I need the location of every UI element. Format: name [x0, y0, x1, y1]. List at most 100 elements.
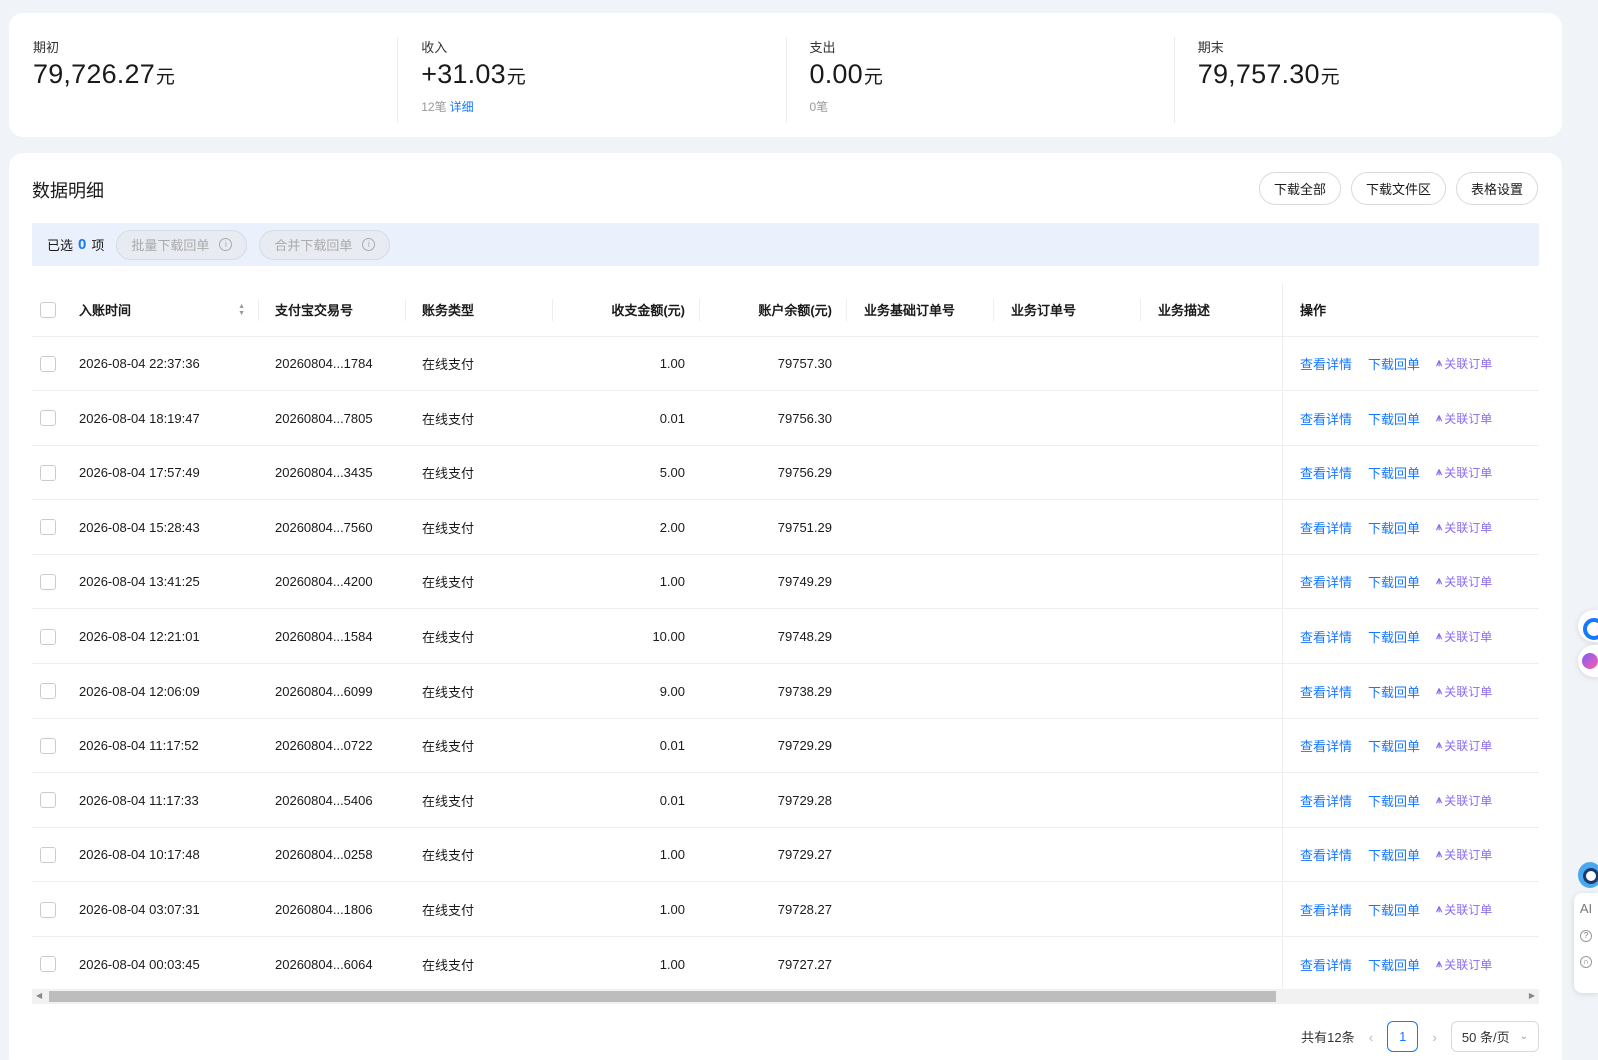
cell-type: 在线支付	[422, 684, 475, 700]
ai-button[interactable]: AI	[1580, 901, 1592, 916]
view-detail-link[interactable]: 查看详情	[1300, 518, 1352, 537]
table-row: 2026-08-04 11:17:33 20260804...5406 在线支付 0.…	[32, 773, 1539, 828]
row-checkbox[interactable]	[40, 901, 56, 918]
row-actions: 查看详情 下载回单 ⩚ 关联订单	[1282, 610, 1539, 663]
row-checkbox[interactable]	[40, 737, 56, 754]
view-detail-link[interactable]: 查看详情	[1300, 900, 1352, 919]
view-detail-link[interactable]: 查看详情	[1300, 736, 1352, 755]
associate-order-link[interactable]: ⩚ 关联订单	[1436, 737, 1492, 754]
row-checkbox[interactable]	[40, 846, 56, 863]
row-checkbox[interactable]	[40, 683, 56, 700]
page-size-select[interactable]: 50 条/页 ⌄	[1450, 1021, 1539, 1052]
view-detail-link[interactable]: 查看详情	[1300, 463, 1352, 482]
associate-order-link[interactable]: ⩚ 关联订单	[1436, 901, 1492, 918]
view-detail-link[interactable]: 查看详情	[1300, 354, 1352, 373]
download-receipt-link[interactable]: 下载回单	[1368, 736, 1420, 755]
associate-order-link[interactable]: ⩚ 关联订单	[1436, 792, 1492, 809]
link-icon: ⩚	[1436, 411, 1442, 424]
row-checkbox[interactable]	[40, 628, 56, 645]
sort-icon[interactable]: ▲ ▼	[238, 303, 245, 317]
cell-type: 在线支付	[422, 739, 475, 755]
row-checkbox[interactable]	[40, 956, 56, 973]
table-row: 2026-08-04 12:06:09 20260804...6099 在线支付 9.…	[32, 664, 1539, 719]
chevron-left-icon[interactable]: ‹	[1369, 1029, 1374, 1045]
cell-type: 在线支付	[422, 575, 475, 591]
view-detail-link[interactable]: 查看详情	[1300, 409, 1352, 428]
cell-trade-no: 20260804...7560	[275, 519, 373, 535]
cell-amount: 1.00	[659, 956, 685, 972]
associate-order-link[interactable]: ⩚ 关联订单	[1436, 519, 1492, 536]
download-receipt-link[interactable]: 下载回单	[1368, 572, 1420, 591]
assistant-bot-icon[interactable]	[1578, 645, 1598, 677]
batch-download-button[interactable]: 批量下载回单 i	[116, 229, 248, 260]
cell-time: 2026-08-04 12:21:01	[79, 629, 200, 644]
question-icon[interactable]: ?	[1580, 930, 1592, 942]
scroll-right-icon[interactable]: ▶	[1529, 991, 1535, 1000]
download-files-button[interactable]: 下载文件区	[1350, 172, 1446, 205]
associate-order-link[interactable]: ⩚ 关联订单	[1436, 410, 1492, 427]
associate-order-link[interactable]: ⩚ 关联订单	[1436, 956, 1492, 973]
row-checkbox[interactable]	[40, 792, 56, 809]
merge-download-button[interactable]: 合并下载回单 i	[259, 229, 391, 260]
associate-order-link[interactable]: ⩚ 关联订单	[1436, 464, 1492, 481]
download-receipt-link[interactable]: 下载回单	[1368, 791, 1420, 810]
view-detail-link[interactable]: 查看详情	[1300, 845, 1352, 864]
chevron-down-icon: ⌄	[1519, 1031, 1528, 1042]
associate-order-link[interactable]: ⩚ 关联订单	[1436, 628, 1492, 645]
scrollbar-thumb[interactable]	[49, 991, 1276, 1002]
summary-closing: 期末 79,757.30元	[1173, 13, 1562, 137]
download-receipt-link[interactable]: 下载回单	[1368, 627, 1420, 646]
row-checkbox[interactable]	[40, 355, 56, 372]
associate-order-link[interactable]: ⩚ 关联订单	[1436, 573, 1492, 590]
link-icon: ⩚	[1436, 684, 1442, 697]
row-checkbox[interactable]	[40, 410, 56, 427]
associate-order-link[interactable]: ⩚ 关联订单	[1436, 683, 1492, 700]
cell-type: 在线支付	[422, 520, 475, 536]
cell-trade-no: 20260804...1806	[275, 902, 373, 917]
download-receipt-link[interactable]: 下载回单	[1368, 955, 1420, 974]
row-actions: 查看详情 下载回单 ⩚ 关联订单	[1282, 391, 1539, 445]
cell-amount: 2.00	[659, 519, 685, 535]
link-icon: ⩚	[1436, 903, 1442, 915]
page-number[interactable]: 1	[1387, 1021, 1419, 1052]
table-row: 2026-08-04 10:17:48 20260804...0258 在线支付 1.…	[32, 828, 1539, 883]
download-receipt-link[interactable]: 下载回单	[1368, 900, 1420, 919]
row-checkbox[interactable]	[40, 573, 56, 590]
header-time[interactable]: 入账时间 ▲ ▼	[79, 283, 259, 336]
link-icon: ⩚	[1436, 739, 1442, 752]
associate-order-link[interactable]: ⩚ 关联订单	[1436, 355, 1492, 372]
link-icon: ⩚	[1436, 957, 1442, 970]
help-bubble-icon[interactable]	[1578, 610, 1598, 642]
horizontal-scrollbar[interactable]: ◀ ▶	[32, 989, 1539, 1004]
select-all-checkbox[interactable]	[40, 301, 56, 318]
view-detail-link[interactable]: 查看详情	[1300, 627, 1352, 646]
view-detail-link[interactable]: 查看详情	[1300, 682, 1352, 701]
view-detail-link[interactable]: 查看详情	[1300, 572, 1352, 591]
download-receipt-link[interactable]: 下载回单	[1368, 845, 1420, 864]
table-settings-button[interactable]: 表格设置	[1455, 172, 1538, 205]
headset-icon[interactable]: ∩	[1580, 956, 1592, 968]
cell-balance: 79729.27	[777, 847, 832, 863]
chevron-right-icon[interactable]: ›	[1432, 1029, 1437, 1045]
view-detail-link[interactable]: 查看详情	[1300, 955, 1352, 974]
cell-trade-no: 20260804...1784	[275, 356, 373, 371]
scroll-left-icon[interactable]: ◀	[36, 991, 42, 1000]
summary-expense: 支出 0.00元 0笔	[785, 13, 1174, 137]
income-detail-link[interactable]: 详细	[450, 100, 474, 114]
cell-trade-no: 20260804...3435	[275, 465, 373, 481]
download-receipt-link[interactable]: 下载回单	[1368, 463, 1420, 482]
row-checkbox[interactable]	[40, 519, 56, 536]
download-receipt-link[interactable]: 下载回单	[1368, 409, 1420, 428]
cell-amount: 1.00	[659, 356, 685, 371]
download-receipt-link[interactable]: 下载回单	[1368, 682, 1420, 701]
header-order: 业务订单号	[994, 283, 1141, 336]
download-receipt-link[interactable]: 下载回单	[1368, 518, 1420, 537]
cell-amount: 1.00	[659, 574, 685, 590]
view-detail-link[interactable]: 查看详情	[1300, 791, 1352, 810]
download-receipt-link[interactable]: 下载回单	[1368, 354, 1420, 373]
download-all-button[interactable]: 下载全部	[1258, 172, 1341, 205]
mascot-icon[interactable]	[1574, 852, 1598, 890]
associate-order-link[interactable]: ⩚ 关联订单	[1436, 846, 1492, 863]
header-ops: 操作	[1282, 283, 1539, 336]
row-checkbox[interactable]	[40, 464, 56, 481]
